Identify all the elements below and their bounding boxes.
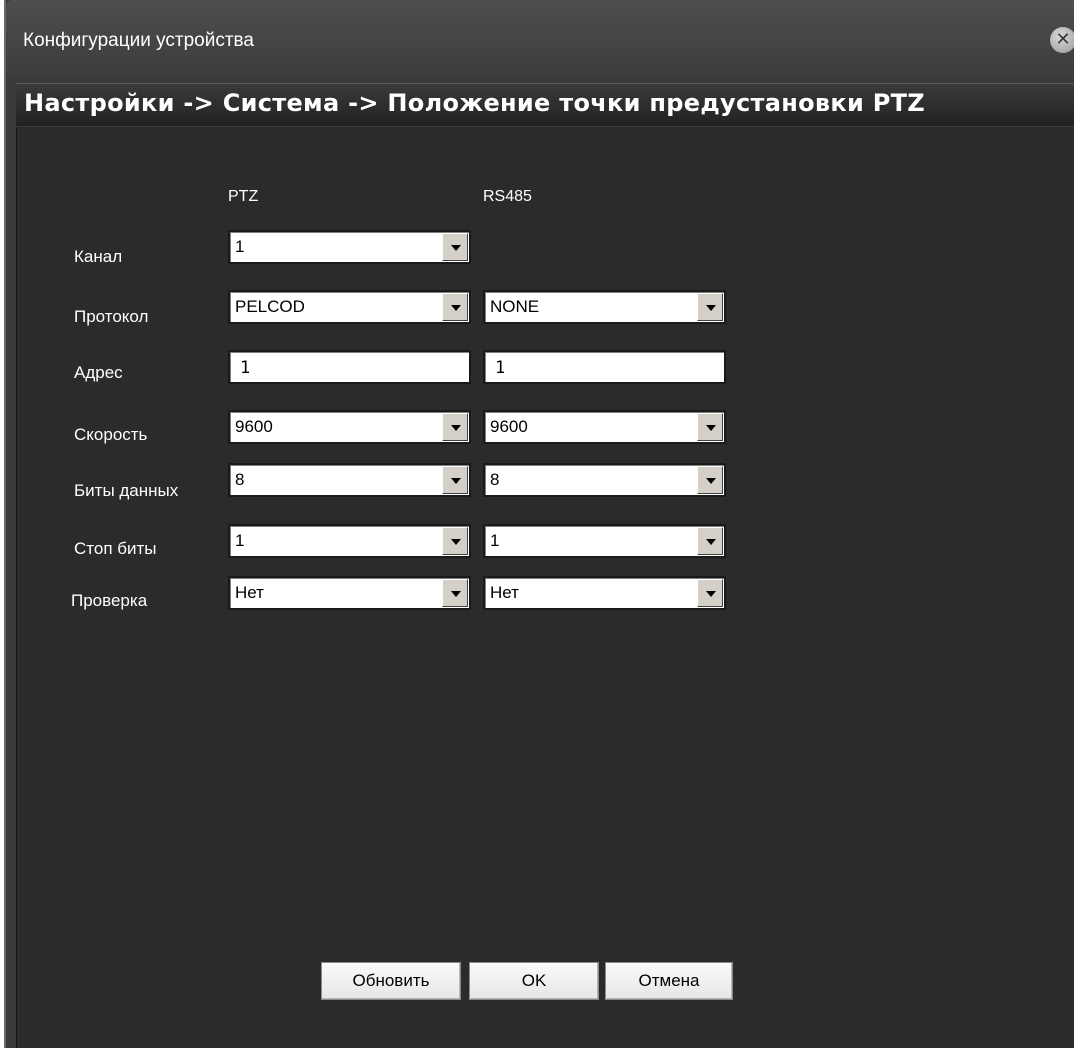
channel-select[interactable]: 1 [228, 230, 471, 264]
ptz-stopbits-value: 1 [235, 531, 245, 550]
chevron-down-icon[interactable] [697, 527, 723, 555]
chevron-down-icon[interactable] [442, 579, 468, 607]
rs485-address-field[interactable]: 1 [483, 350, 726, 384]
stopbits-label: Стоп биты [74, 539, 157, 558]
databits-label: Биты данных [74, 481, 179, 500]
rs485-speed-select[interactable]: 9600 [483, 410, 726, 444]
ptz-databits-select[interactable]: 8 [228, 463, 471, 497]
window-title: Конфигурации устройства [23, 30, 254, 51]
settings-panel: PTZ RS485 Канал 1 Протокол PELCOD NONE А… [16, 127, 1074, 1048]
parity-label: Проверка [71, 591, 148, 610]
column-header-rs485: RS485 [483, 188, 532, 205]
channel-label: Канал [74, 247, 123, 266]
ok-button[interactable]: OK [469, 962, 599, 1000]
chevron-down-icon[interactable] [442, 527, 468, 555]
ptz-parity-select[interactable]: Нет [228, 576, 471, 610]
ptz-address-field[interactable]: 1 [228, 350, 471, 384]
chevron-down-icon[interactable] [442, 466, 468, 494]
cancel-button[interactable]: Отмена [605, 962, 733, 1000]
rs485-protocol-value: NONE [490, 297, 540, 316]
chevron-down-icon[interactable] [697, 413, 723, 441]
rs485-protocol-select[interactable]: NONE [483, 290, 726, 324]
chevron-down-icon[interactable] [442, 413, 468, 441]
ptz-speed-value: 9600 [235, 417, 273, 436]
ptz-databits-value: 8 [235, 470, 245, 489]
ptz-address-value: 1 [240, 358, 251, 378]
column-header-ptz: PTZ [228, 188, 259, 205]
chevron-down-icon[interactable] [697, 579, 723, 607]
refresh-button[interactable]: Обновить [321, 962, 461, 1000]
close-icon[interactable]: ✕ [1050, 27, 1074, 53]
breadcrumb-bar: Настройки -> Система -> Положение точки … [16, 83, 1074, 126]
speed-label: Скорость [74, 425, 148, 444]
rs485-databits-select[interactable]: 8 [483, 463, 726, 497]
title-bar[interactable]: Конфигурации устройства [6, 0, 1074, 78]
ptz-protocol-select[interactable]: PELCOD [228, 290, 471, 324]
rs485-parity-select[interactable]: Нет [483, 576, 726, 610]
chevron-down-icon[interactable] [697, 466, 723, 494]
ptz-speed-select[interactable]: 9600 [228, 410, 471, 444]
channel-value: 1 [235, 237, 245, 256]
ptz-stopbits-select[interactable]: 1 [228, 524, 471, 558]
rs485-parity-value: Нет [490, 583, 519, 602]
device-config-window: Конфигурации устройства ✕ Настройки -> С… [4, 0, 1074, 1048]
address-label: Адрес [74, 363, 123, 382]
rs485-stopbits-value: 1 [490, 531, 500, 550]
rs485-address-value: 1 [495, 358, 506, 378]
breadcrumb: Настройки -> Система -> Положение точки … [24, 89, 925, 117]
ptz-parity-value: Нет [235, 583, 264, 602]
rs485-speed-value: 9600 [490, 417, 528, 436]
rs485-stopbits-select[interactable]: 1 [483, 524, 726, 558]
chevron-down-icon[interactable] [442, 233, 468, 261]
chevron-down-icon[interactable] [442, 293, 468, 321]
chevron-down-icon[interactable] [697, 293, 723, 321]
protocol-label: Протокол [74, 307, 149, 326]
ptz-protocol-value: PELCOD [235, 297, 305, 316]
rs485-databits-value: 8 [490, 470, 500, 489]
